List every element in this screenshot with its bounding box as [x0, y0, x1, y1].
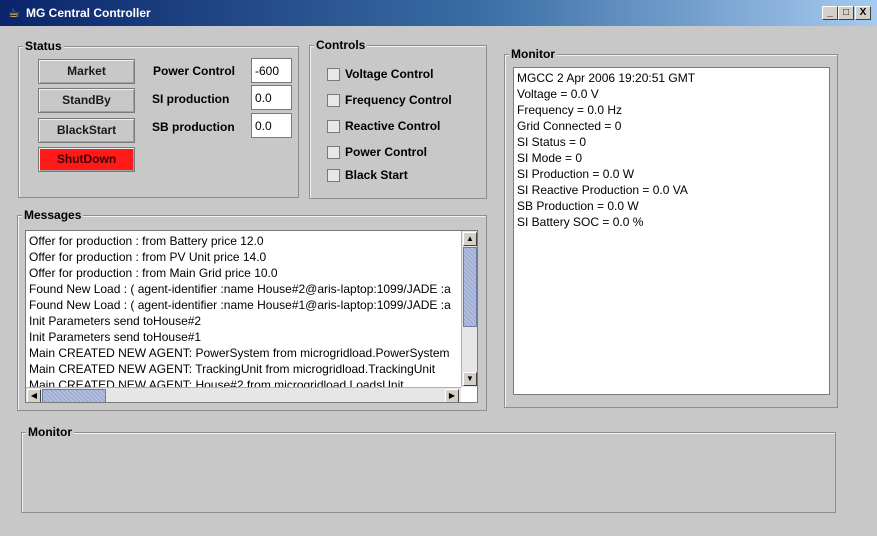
checkbox-box[interactable]	[327, 68, 340, 81]
message-line: Offer for production : from Battery pric…	[29, 234, 264, 248]
power-control-label: Power Control	[153, 64, 236, 78]
messages-horizontal-scrollbar[interactable]: ◀ ▶	[26, 387, 461, 402]
message-line: Found New Load : ( agent-identifier :nam…	[29, 298, 451, 312]
checkbox-label: Reactive Control	[345, 119, 441, 133]
messages-scroll-area[interactable]: Offer for production : from Battery pric…	[25, 230, 478, 403]
bottom-monitor-panel: Monitor	[21, 425, 836, 513]
message-line: Init Parameters send toHouse#1	[29, 330, 202, 344]
message-line: Offer for production : from PV Unit pric…	[29, 250, 267, 264]
monitor-line: MGCC 2 Apr 2006 19:20:51 GMT	[517, 71, 696, 85]
close-button[interactable]: X	[855, 6, 871, 20]
vertical-scroll-thumb[interactable]	[463, 247, 477, 327]
checkbox-label: Black Start	[345, 168, 408, 182]
monitor-text-area[interactable]: MGCC 2 Apr 2006 19:20:51 GMT Voltage = 0…	[513, 67, 830, 395]
status-legend: Status	[23, 39, 64, 53]
si-production-input[interactable]: 0.0	[251, 85, 292, 110]
monitor-line: Frequency = 0.0 Hz	[517, 103, 623, 117]
controls-legend: Controls	[314, 38, 368, 52]
checkbox-label: Voltage Control	[345, 67, 434, 81]
monitor-line: SI Reactive Production = 0.0 VA	[517, 183, 688, 197]
monitor-line: Voltage = 0.0 V	[517, 87, 599, 101]
message-line: Init Parameters send toHouse#2	[29, 314, 202, 328]
messages-legend: Messages	[22, 208, 84, 222]
si-production-label: SI production	[152, 92, 230, 106]
power-control-input[interactable]: -600	[251, 58, 292, 83]
bottom-monitor-legend: Monitor	[26, 425, 74, 439]
blackstart-button[interactable]: BlackStart	[38, 118, 135, 143]
message-line: Found New Load : ( agent-identifier :nam…	[29, 282, 451, 296]
checkbox-label: Frequency Control	[345, 93, 452, 107]
minimize-button[interactable]: _	[822, 6, 838, 20]
monitor-panel: Monitor MGCC 2 Apr 2006 19:20:51 GMT Vol…	[504, 47, 838, 408]
monitor-line: SI Production = 0.0 W	[517, 167, 635, 181]
checkbox-box[interactable]	[327, 120, 340, 133]
monitor-legend: Monitor	[509, 47, 557, 61]
message-line: Main CREATED NEW AGENT: House#2 from mic…	[29, 378, 404, 387]
checkbox-box[interactable]	[327, 146, 340, 159]
maximize-button[interactable]: □	[838, 6, 854, 20]
scroll-up-button[interactable]: ▲	[463, 232, 477, 246]
window-title: MG Central Controller	[26, 6, 151, 20]
market-button[interactable]: Market	[38, 59, 135, 84]
message-line: Main CREATED NEW AGENT: PowerSystem from…	[29, 346, 450, 360]
checkbox-label: Power Control	[345, 145, 428, 159]
scroll-left-button[interactable]: ◀	[27, 389, 41, 402]
controls-panel: Controls Voltage Control Frequency Contr…	[309, 38, 487, 199]
sb-production-input[interactable]: 0.0	[251, 113, 292, 138]
messages-list: Offer for production : from Battery pric…	[29, 233, 461, 387]
status-panel: Status Market StandBy BlackStart ShutDow…	[18, 39, 299, 198]
sb-production-label: SB production	[152, 120, 235, 134]
messages-panel: Messages Offer for production : from Bat…	[17, 208, 487, 411]
checkbox-box[interactable]	[327, 169, 340, 182]
message-line: Main CREATED NEW AGENT: TrackingUnit fro…	[29, 362, 436, 376]
messages-vertical-scrollbar[interactable]: ▲ ▼	[461, 231, 477, 387]
shutdown-button[interactable]: ShutDown	[38, 147, 135, 172]
horizontal-scroll-thumb[interactable]	[42, 389, 106, 402]
checkbox-box[interactable]	[327, 94, 340, 107]
title-bar[interactable]: ☕ MG Central Controller _ □ X	[0, 0, 877, 26]
monitor-line: Grid Connected = 0	[517, 119, 622, 133]
monitor-line: SB Production = 0.0 W	[517, 199, 639, 213]
standby-button[interactable]: StandBy	[38, 88, 135, 113]
monitor-line: SI Status = 0	[517, 135, 587, 149]
message-line: Offer for production : from Main Grid pr…	[29, 266, 278, 280]
java-cup-icon: ☕	[8, 5, 20, 20]
scroll-right-button[interactable]: ▶	[445, 389, 459, 402]
monitor-line: SI Mode = 0	[517, 151, 583, 165]
scroll-down-button[interactable]: ▼	[463, 372, 477, 386]
monitor-line: SI Battery SOC = 0.0 %	[517, 215, 644, 229]
